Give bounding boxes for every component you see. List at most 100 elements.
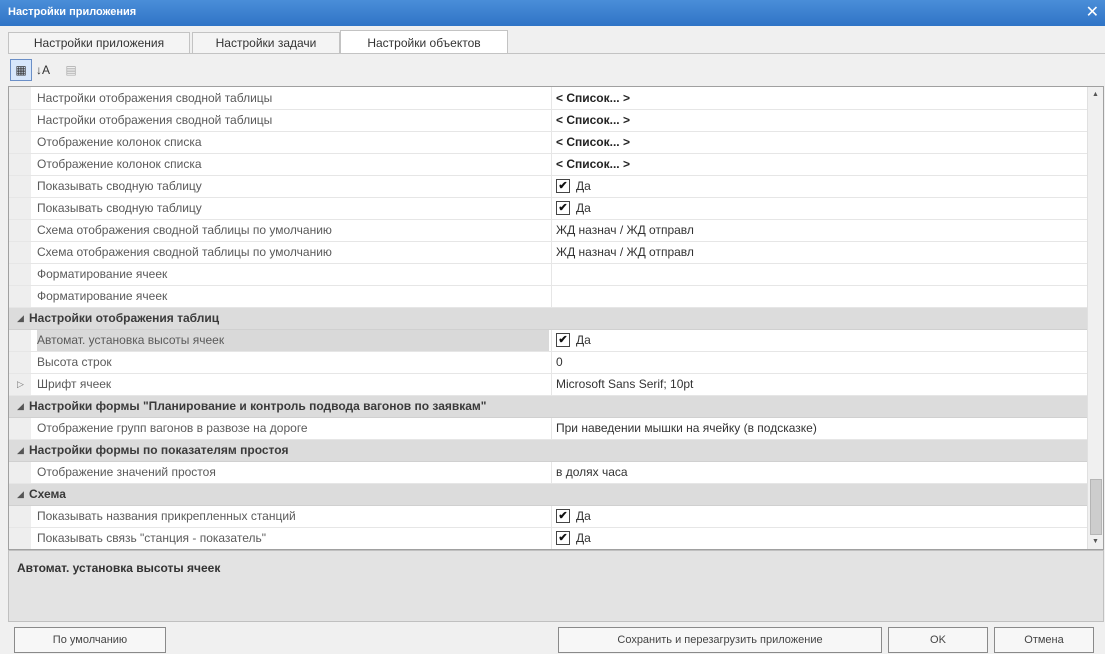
property-row[interactable]: Отображение групп вагонов в развозе на д… (9, 417, 1087, 440)
property-row[interactable]: Форматирование ячеек (9, 285, 1087, 308)
defaults-button[interactable]: По умолчанию (14, 627, 166, 653)
property-value[interactable]: < Список... > (551, 87, 1086, 109)
property-row[interactable]: Схема отображения сводной таблицы по умо… (9, 241, 1087, 264)
property-name: Отображение колонок списка (37, 135, 202, 149)
sort-alphabetical-icon[interactable]: ↓A (32, 59, 54, 81)
category-label: Настройки формы по показателям простоя (29, 443, 289, 457)
tab-object-settings[interactable]: Настройки объектов (340, 30, 508, 54)
property-row[interactable]: ▷ Шрифт ячеек Microsoft Sans Serif; 10pt (9, 373, 1087, 396)
property-value[interactable]: ✔ Да (551, 527, 1086, 549)
expand-icon[interactable]: ▷ (17, 373, 29, 395)
checkbox[interactable]: ✔ (556, 332, 570, 347)
scroll-down-icon[interactable]: ▼ (1088, 534, 1103, 549)
checkbox[interactable]: ✔ (556, 200, 570, 215)
row-gutter (9, 153, 31, 175)
checkbox[interactable]: ✔ (556, 530, 570, 545)
category-row[interactable]: ◢ Настройки формы по показателям простоя (9, 439, 1087, 462)
property-pages-icon[interactable]: ▤ (60, 59, 82, 81)
property-name: Показывать названия прикрепленных станци… (37, 509, 296, 523)
row-gutter (9, 175, 31, 197)
scroll-thumb[interactable] (1090, 479, 1102, 535)
property-row[interactable]: Показывать связь "станция - показатель" ✔… (9, 527, 1087, 549)
property-value[interactable]: ЖД назнач / ЖД отправл (551, 241, 1086, 263)
title-bar: Настройки приложения ✕ (0, 0, 1105, 26)
scroll-up-icon[interactable]: ▲ (1088, 87, 1103, 102)
property-row[interactable]: Высота строк 0 (9, 351, 1087, 374)
property-row[interactable]: Отображение колонок списка < Список... > (9, 153, 1087, 176)
row-gutter (9, 505, 31, 527)
property-row[interactable]: Схема отображения сводной таблицы по умо… (9, 219, 1087, 242)
property-value[interactable] (551, 285, 1086, 307)
tab-task-settings[interactable]: Настройки задачи (192, 32, 340, 54)
property-row[interactable]: Показывать сводную таблицу ✔ Да (9, 197, 1087, 220)
property-row[interactable]: Форматирование ячеек (9, 263, 1087, 286)
property-row[interactable]: Показывать названия прикрепленных станци… (9, 505, 1087, 528)
property-value[interactable]: При наведении мышки на ячейку (в подсказ… (551, 417, 1086, 439)
expand-collapse-icon[interactable]: ◢ (17, 439, 29, 461)
checkbox-label: Да (576, 531, 591, 545)
property-name: Отображение колонок списка (37, 157, 202, 171)
expand-collapse-icon[interactable]: ◢ (17, 307, 29, 329)
property-row[interactable]: Отображение значений простоя в долях часа (9, 461, 1087, 484)
property-name: Отображение значений простоя (37, 465, 216, 479)
row-gutter (9, 109, 31, 131)
checkbox[interactable]: ✔ (556, 178, 570, 193)
row-gutter (9, 219, 31, 241)
row-gutter (9, 131, 31, 153)
property-value[interactable]: Microsoft Sans Serif; 10pt (551, 373, 1086, 395)
category-label: Настройки отображения таблиц (29, 311, 220, 325)
vertical-scrollbar[interactable]: ▲ ▼ (1087, 87, 1103, 549)
category-row[interactable]: ◢ Схема (9, 483, 1087, 506)
row-gutter (9, 241, 31, 263)
row-gutter (9, 417, 31, 439)
checkbox-label: Да (576, 509, 591, 523)
property-value[interactable]: < Список... > (551, 131, 1086, 153)
categorized-icon[interactable]: ▦ (10, 59, 32, 81)
property-value[interactable]: ✔ Да (551, 175, 1086, 197)
property-name: Настройки отображения сводной таблицы (37, 91, 273, 105)
property-row[interactable]: Настройки отображения сводной таблицы < С… (9, 109, 1087, 132)
property-row[interactable]: Показывать сводную таблицу ✔ Да (9, 175, 1087, 198)
row-gutter (9, 197, 31, 219)
tab-app-settings[interactable]: Настройки приложения (8, 32, 190, 54)
property-value[interactable]: ✔ Да (551, 505, 1086, 527)
property-value[interactable]: < Список... > (551, 153, 1086, 175)
tab-strip: Настройки приложения Настройки задачи На… (8, 30, 1105, 54)
property-value[interactable]: в долях часа (551, 461, 1086, 483)
property-grid: Показывать связь "станция - показатель" ✔… (8, 86, 1104, 550)
ok-button[interactable]: OK (888, 627, 988, 653)
property-row[interactable]: Отображение колонок списка < Список... > (9, 131, 1087, 154)
window-title: Настройки приложения (8, 6, 137, 18)
category-row[interactable]: ◢ Настройки формы "Планирование и контрол… (9, 395, 1087, 418)
checkbox-label: Да (576, 201, 591, 215)
property-value[interactable]: ✔ Да (551, 197, 1086, 219)
property-name: Шрифт ячеек (37, 377, 112, 391)
property-row[interactable]: Настройки отображения сводной таблицы < С… (9, 87, 1087, 110)
property-name: Форматирование ячеек (37, 289, 168, 303)
category-label: Схема (29, 487, 66, 501)
property-value[interactable]: ЖД назнач / ЖД отправл (551, 219, 1086, 241)
checkbox-label: Да (576, 179, 591, 193)
category-row[interactable]: ◢ Настройки отображения таблиц (9, 307, 1087, 330)
property-value[interactable]: ✔ Да (551, 329, 1086, 351)
property-name: Настройки отображения сводной таблицы (37, 113, 273, 127)
property-value[interactable]: 0 (551, 351, 1086, 373)
checkbox[interactable]: ✔ (556, 508, 570, 523)
property-name: Схема отображения сводной таблицы по умо… (37, 245, 332, 259)
property-row[interactable]: Автомат. установка высоты ячеек ✔ Да (9, 329, 1087, 352)
cancel-button[interactable]: Отмена (994, 627, 1094, 653)
property-value[interactable]: < Список... > (551, 109, 1086, 131)
expand-collapse-icon[interactable]: ◢ (17, 395, 29, 417)
expand-collapse-icon[interactable]: ◢ (17, 483, 29, 505)
property-value[interactable] (551, 263, 1086, 285)
tab-divider (8, 53, 1105, 54)
row-gutter (9, 87, 31, 109)
row-gutter (9, 263, 31, 285)
property-name: Показывать связь "станция - показатель" (37, 531, 266, 545)
close-icon[interactable]: ✕ (1086, 2, 1099, 22)
row-gutter (9, 329, 31, 351)
row-gutter (9, 351, 31, 373)
property-name: Высота строк (37, 355, 112, 369)
property-name: Схема отображения сводной таблицы по умо… (37, 223, 332, 237)
save-restart-button[interactable]: Сохранить и перезагрузить приложение (558, 627, 882, 653)
